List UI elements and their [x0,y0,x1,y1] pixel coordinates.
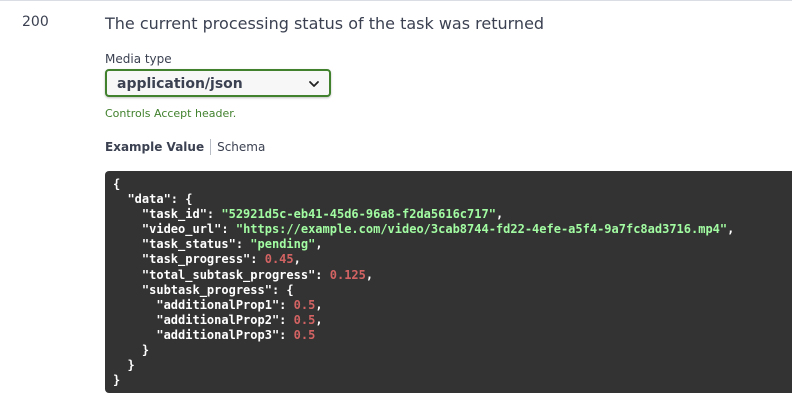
additional-prop2-value: 0.5 [293,312,316,327]
task-status-value: pending [257,237,309,252]
response-status-code: 200 [22,14,49,30]
tab-example-value[interactable]: Example Value [105,140,204,154]
task-id-value: 52921d5c-eb41-45d6-96a8-f2da5616c717 [228,207,489,222]
total-subtask-progress-value: 0.125 [329,267,366,282]
tab-divider [210,139,212,155]
additional-prop1-value: 0.5 [293,297,316,312]
media-type-select[interactable]: application/json [105,69,331,97]
chevron-down-icon [309,81,319,87]
video-url-value: https://example.com/video/3cab8744-fd22-… [243,222,720,237]
additional-prop3-value: 0.5 [293,327,316,342]
media-type-label: Media type [105,52,172,66]
example-tabs: Example Value Schema [105,139,265,155]
example-value-code-block[interactable]: { "data": { "task_id": "52921d5c-eb41-45… [105,171,792,393]
media-type-value: application/json [117,76,243,92]
response-description: The current processing status of the tas… [105,14,545,33]
task-progress-value: 0.45 [264,252,294,267]
accept-header-hint: Controls Accept header. [105,107,237,120]
section-divider [0,0,792,1]
json-example: { "data": { "task_id": "52921d5c-eb41-45… [113,177,735,388]
tab-schema[interactable]: Schema [217,140,265,154]
